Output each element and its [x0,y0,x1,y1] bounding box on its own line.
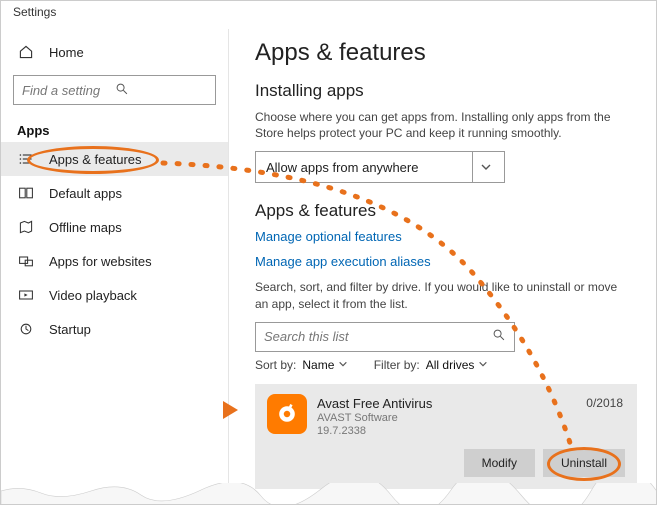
installing-apps-heading: Installing apps [255,81,630,101]
manage-optional-features-link[interactable]: Manage optional features [255,229,630,244]
sidebar-item-label: Video playback [49,288,137,303]
installing-apps-desc: Choose where you can get apps from. Inst… [255,109,625,141]
sidebar-search[interactable]: Find a setting [13,75,216,105]
sidebar-item-label: Startup [49,322,91,337]
search-desc: Search, sort, and filter by drive. If yo… [255,279,625,311]
search-apps-placeholder: Search this list [264,329,349,344]
map-icon [17,218,35,236]
sidebar-search-placeholder: Find a setting [22,83,115,98]
sidebar-item-label: Apps for websites [49,254,152,269]
video-icon [17,286,35,304]
filter-dropdown[interactable]: All drives [426,358,488,372]
home-icon [17,43,35,61]
chevron-down-icon [472,152,498,182]
sort-dropdown[interactable]: Name [302,358,347,372]
sidebar-item-label: Offline maps [49,220,122,235]
filter-value: All drives [426,358,475,372]
sort-value: Name [302,358,334,372]
sidebar-item-default-apps[interactable]: Default apps [1,176,228,210]
window-title: Settings [1,1,656,29]
manage-execution-aliases-link[interactable]: Manage app execution aliases [255,254,630,269]
sort-label: Sort by: [255,358,296,372]
sidebar-item-video-playback[interactable]: Video playback [1,278,228,312]
sidebar-item-label: Apps & features [49,152,142,167]
list-icon [17,150,35,168]
uninstall-button[interactable]: Uninstall [543,449,625,477]
sidebar-category: Apps [1,115,228,142]
install-source-dropdown[interactable]: Allow apps from anywhere [255,151,505,183]
sidebar-item-offline-maps[interactable]: Offline maps [1,210,228,244]
apps-websites-icon [17,252,35,270]
search-icon [115,82,208,99]
app-install-date: 0/2018 [586,396,623,410]
sidebar-item-startup[interactable]: Startup [1,312,228,346]
apps-features-heading: Apps & features [255,201,630,221]
app-version: 19.7.2338 [317,425,625,437]
nav-home[interactable]: Home [1,35,228,69]
sidebar: Home Find a setting Apps Apps & features [1,29,229,504]
nav-home-label: Home [49,45,84,60]
avast-app-icon [267,394,307,434]
chevron-down-icon [338,358,348,372]
page-title: Apps & features [255,39,630,67]
sidebar-item-apps-websites[interactable]: Apps for websites [1,244,228,278]
startup-icon [17,320,35,338]
main-panel: Apps & features Installing apps Choose w… [229,29,656,504]
install-source-value: Allow apps from anywhere [266,160,418,175]
sidebar-item-apps-features[interactable]: Apps & features [1,142,228,176]
app-name: Avast Free Antivirus [317,396,625,411]
app-list-item[interactable]: Avast Free Antivirus AVAST Software 19.7… [255,384,637,489]
torn-edge-decoration [1,483,657,505]
annotation-arrow-icon [223,401,238,419]
modify-button[interactable]: Modify [464,449,535,477]
search-apps-input[interactable]: Search this list [255,322,515,352]
sidebar-item-label: Default apps [49,186,122,201]
default-apps-icon [17,184,35,202]
chevron-down-icon [478,358,488,372]
app-publisher: AVAST Software [317,412,625,424]
filter-label: Filter by: [374,358,420,372]
search-icon [492,328,506,345]
